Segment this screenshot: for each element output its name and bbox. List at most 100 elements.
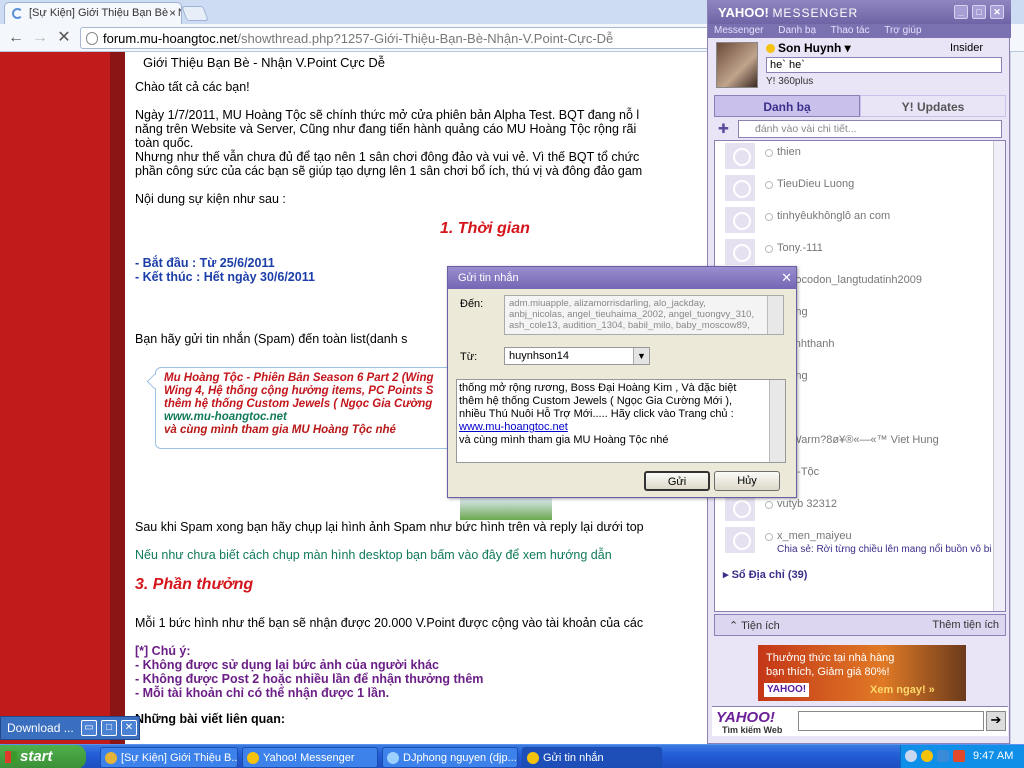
360plus-link[interactable]: Y! 360plus	[766, 76, 813, 87]
offline-icon	[765, 149, 773, 157]
back-button[interactable]: ←	[6, 28, 26, 48]
contact-avatar	[725, 143, 755, 169]
forward-button[interactable]: →	[30, 28, 50, 48]
tray-arrow-icon[interactable]	[905, 750, 917, 762]
user-name[interactable]: Son Huynh ▾	[766, 41, 851, 55]
security-icon[interactable]	[953, 750, 965, 762]
network-icon[interactable]	[937, 750, 949, 762]
menu-help[interactable]: Trợ giúp	[884, 25, 921, 36]
taskbar-item-chat[interactable]: DJphong nguyen (djp...	[382, 747, 518, 768]
status-message-field[interactable]: he` he`	[766, 57, 1002, 73]
end-date: - Kết thúc : Hết ngày 30/6/2011	[135, 270, 315, 284]
quote-bubble: Mu Hoàng Tộc - Phiên Bản Season 6 Part 2…	[155, 367, 485, 449]
address-bar[interactable]: forum.mu-hoangtoc.net/showthread.php?125…	[80, 27, 720, 49]
message-line: nhiều Thú Nuôi Hỗ Trợ Mới..... Hãy click…	[459, 408, 734, 420]
contact-avatar	[725, 239, 755, 265]
address-book-group[interactable]: ▸ Sổ Địa chỉ (39)	[723, 568, 807, 581]
recipients-field[interactable]: adm.miuapple, alizamorrisdarling, alo_ja…	[504, 295, 784, 335]
add-plugins-link[interactable]: Thêm tiện ích	[932, 619, 999, 631]
note-item: - Không được Post 2 hoặc nhiều lần để nh…	[135, 672, 484, 686]
web-search-input[interactable]	[798, 711, 984, 731]
contact-name: Tony.-111	[777, 242, 823, 254]
dialog-title: Gửi tin nhắn	[458, 272, 519, 284]
download-bar[interactable]: Download ... ▭ □ ✕	[0, 716, 140, 740]
clock: 9:47 AM	[973, 750, 1014, 762]
tab-contacts[interactable]: Danh bạ	[714, 95, 860, 117]
maximize-icon[interactable]: □	[101, 720, 117, 736]
tab-updates[interactable]: Y! Updates	[860, 95, 1006, 117]
quote-line: Mu Hoàng Tộc - Phiên Bản Season 6 Part 2…	[164, 372, 434, 384]
messenger-tabs: Danh bạ Y! Updates	[714, 95, 1006, 117]
message-textarea[interactable]: thống mở rộng rương, Boss Đại Hoàng Kim …	[456, 379, 786, 463]
greeting: Chào tất cả các bạn!	[135, 80, 250, 94]
message-line: thống mở rộng rương, Boss Đại Hoàng Kim …	[459, 382, 737, 394]
page-scrollbar[interactable]	[1010, 52, 1024, 744]
messenger-tray-icon[interactable]	[921, 750, 933, 762]
contact-list-scrollbar[interactable]	[993, 141, 1005, 611]
close-icon[interactable]: ✕	[781, 270, 792, 286]
contact-item[interactable]: TieuDieu Luong	[715, 173, 991, 203]
quote-line: thêm hệ thống Custom Jewels ( Ngọc Gia C…	[164, 398, 433, 410]
stop-button[interactable]: ✕	[54, 28, 74, 48]
insider-link[interactable]: Insider	[950, 42, 983, 54]
search-go-button[interactable]: ➔	[986, 711, 1006, 731]
contact-name: tinhyêukhônglô an com	[777, 210, 891, 222]
send-button[interactable]: Gửi	[644, 471, 710, 491]
menu-messenger[interactable]: Messenger	[714, 25, 763, 36]
contact-item[interactable]: tinhyêukhônglô an com	[715, 205, 991, 235]
avatar[interactable]	[716, 42, 758, 88]
quote-link[interactable]: www.mu-hoangtoc.net	[164, 411, 476, 424]
browser-tab[interactable]: [Sự Kiện] Giới Thiệu Bạn Bè - N ×	[4, 2, 182, 24]
offline-icon	[765, 181, 773, 189]
maximize-icon[interactable]: □	[972, 5, 986, 19]
close-icon[interactable]: ✕	[990, 5, 1004, 19]
contact-name: vutyb 32312	[777, 498, 837, 510]
ad-banner[interactable]: Thưởng thức tại nhà hàng bạn thích, Giảm…	[758, 645, 966, 701]
howto-link[interactable]: Nếu như chưa biết cách chụp màn hình des…	[135, 548, 612, 562]
para-line: phần công sức của các bạn sẽ giúp tạo dự…	[135, 164, 643, 178]
offline-icon	[765, 245, 773, 253]
message-line: và cùng mình tham gia MU Hoàng Tộc nhé	[459, 434, 669, 446]
start-button[interactable]: start	[0, 745, 86, 768]
close-tab-icon[interactable]: ×	[169, 6, 176, 20]
new-tab-button[interactable]	[181, 6, 209, 21]
contact-item[interactable]: thien	[715, 141, 991, 171]
restore-icon[interactable]: ▭	[81, 720, 97, 736]
contact-avatar	[725, 175, 755, 201]
cancel-button[interactable]: Hủy	[714, 471, 780, 491]
page-icon	[86, 32, 98, 45]
yahoo-logo: YAHOO!	[718, 5, 769, 20]
plugins-bar: ⌃ Tiện ích Thêm tiện ích	[714, 614, 1006, 636]
ad-cta[interactable]: Xem ngay! »	[870, 683, 935, 697]
minimize-icon[interactable]: _	[954, 5, 968, 19]
message-link[interactable]: www.mu-hoangtoc.net	[459, 421, 763, 434]
taskbar: start [Sự Kiện] Giới Thiệu B... Yahoo! M…	[0, 744, 1024, 768]
taskbar-item-send-message[interactable]: Gửi tin nhắn	[522, 747, 662, 768]
taskbar-item-browser[interactable]: [Sự Kiện] Giới Thiệu B...	[100, 747, 238, 768]
message-line: thêm hệ thống Custom Jewels ( Ngọc Gia C…	[459, 395, 733, 407]
messenger-menu: Messenger Danh bạ Thao tác Trợ giúp	[708, 24, 1011, 38]
contact-item[interactable]: Tony.-111	[715, 237, 991, 267]
contact-search-input[interactable]: đánh vào vài chi tiết...	[738, 120, 1002, 138]
contact-name: thien	[777, 146, 801, 158]
message-scrollbar[interactable]	[769, 380, 785, 462]
plugins-button[interactable]: ⌃ Tiện ích	[729, 619, 780, 632]
para-line: Ngày 1/7/2011, MU Hoàng Tộc sẽ chính thứ…	[135, 108, 640, 122]
download-label: Download ...	[7, 721, 74, 735]
chevron-down-icon[interactable]: ▼	[633, 348, 649, 364]
close-icon[interactable]: ✕	[121, 720, 137, 736]
menu-actions[interactable]: Thao tác	[831, 25, 870, 36]
from-select[interactable]: huynhson14 ▼	[504, 347, 650, 365]
recipients-scrollbar[interactable]	[767, 296, 783, 334]
contact-item[interactable]: x_men_maiyeu Chia sẻ: Rời từng chiều lên …	[715, 525, 1003, 555]
contact-name: TieuDieu Luong	[777, 178, 855, 190]
taskbar-item-messenger[interactable]: Yahoo! Messenger	[242, 747, 378, 768]
browser-tab-title: [Sự Kiện] Giới Thiệu Bạn Bè - N	[29, 7, 182, 19]
windows-logo-icon	[5, 751, 17, 763]
messenger-title-bar: YAHOO! MESSENGER _ □ ✕	[708, 0, 1011, 24]
screenshot-image	[460, 498, 552, 520]
menu-contacts[interactable]: Danh bạ	[778, 25, 816, 36]
contact-name: «®Warm?8ø¥®«—«™ Viet Hung	[777, 434, 939, 446]
add-contact-icon[interactable]: ✚	[718, 121, 734, 137]
contact-name: gheocodon_langtudatinh2009	[777, 274, 922, 286]
